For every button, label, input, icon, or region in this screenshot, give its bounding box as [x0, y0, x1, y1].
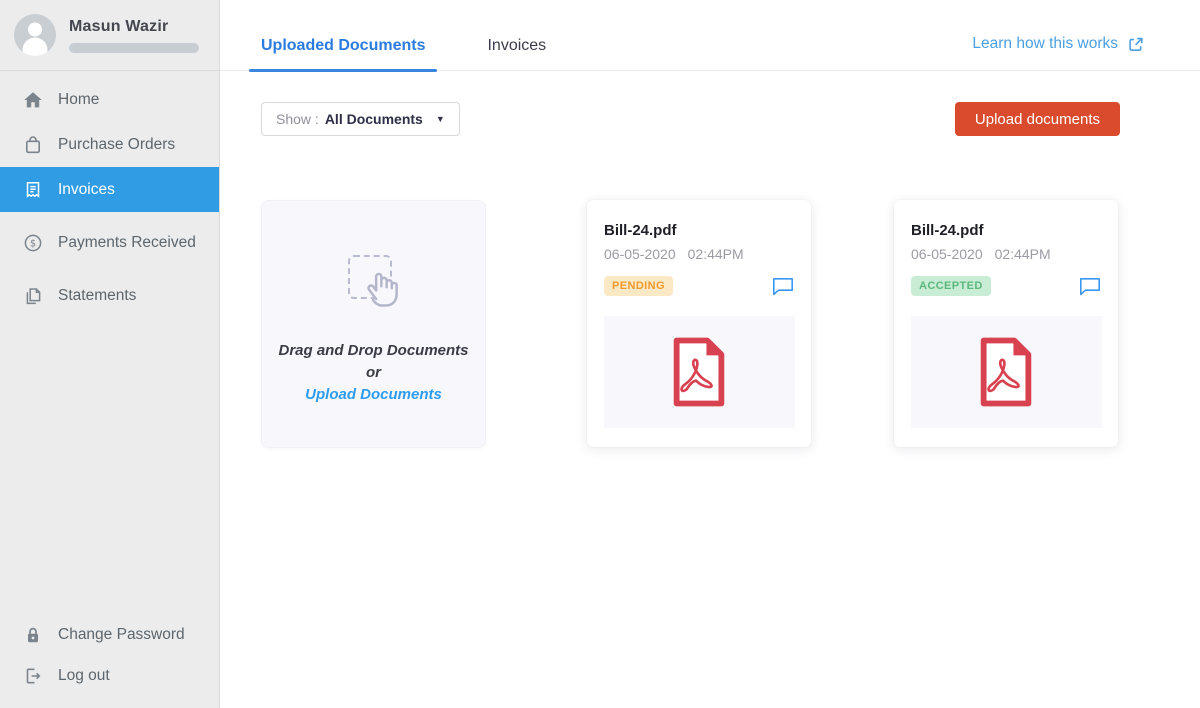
document-time: 02:44PM — [995, 246, 1051, 262]
sidebar-item-label: Home — [58, 91, 99, 109]
logout-icon — [22, 665, 43, 686]
sidebar-item-label: Change Password — [58, 626, 185, 644]
document-datetime: 06-05-2020 02:44PM — [911, 246, 1101, 262]
sidebar-footer: Change Password Log out — [0, 614, 219, 696]
sidebar-item-purchase-orders[interactable]: Purchase Orders — [0, 122, 219, 167]
document-name: Bill-24.pdf — [911, 222, 1101, 239]
document-grid: Drag and Drop Documents or Upload Docume… — [261, 200, 1200, 448]
sidebar-item-label: Log out — [58, 667, 110, 685]
user-profile: Masun Wazir — [0, 0, 219, 71]
comment-icon[interactable] — [772, 277, 794, 296]
svg-text:$: $ — [29, 238, 35, 249]
main-panel: Uploaded Documents Invoices Learn how th… — [220, 0, 1200, 708]
home-icon — [22, 89, 43, 110]
document-date: 06-05-2020 — [911, 246, 983, 262]
status-badge: ACCEPTED — [911, 276, 991, 296]
avatar — [14, 14, 56, 56]
sidebar-item-invoices[interactable]: Invoices — [0, 167, 219, 212]
sidebar-item-change-password[interactable]: Change Password — [0, 614, 219, 655]
drag-drop-hand-icon — [338, 253, 410, 325]
document-card[interactable]: Bill-24.pdf 06-05-2020 02:44PM PENDING — [587, 200, 811, 447]
sidebar-nav: Home Purchase Orders Invoices — [0, 71, 219, 318]
user-info: Masun Wazir — [69, 18, 199, 53]
external-link-icon — [1127, 36, 1144, 53]
lock-icon — [22, 624, 43, 645]
sidebar-item-home[interactable]: Home — [0, 77, 219, 122]
drop-zone-text: Drag and Drop Documents or Upload Docume… — [278, 340, 468, 405]
upload-documents-link[interactable]: Upload Documents — [278, 384, 468, 406]
sidebar-item-statements[interactable]: Statements — [0, 273, 219, 318]
upload-documents-button[interactable]: Upload documents — [955, 102, 1120, 136]
comment-icon[interactable] — [1079, 277, 1101, 296]
chevron-down-icon: ▼ — [436, 114, 445, 124]
tab-invoices[interactable]: Invoices — [475, 37, 558, 71]
document-date: 06-05-2020 — [604, 246, 676, 262]
sidebar-item-payments-received[interactable]: $ Payments Received — [0, 220, 219, 265]
person-icon — [14, 14, 56, 56]
dollar-circle-icon: $ — [22, 232, 43, 253]
tab-bar: Uploaded Documents Invoices — [249, 0, 558, 71]
pdf-icon — [670, 336, 728, 408]
sidebar-item-label: Statements — [58, 287, 136, 305]
drag-drop-zone[interactable]: Drag and Drop Documents or Upload Docume… — [261, 200, 486, 448]
sidebar-item-label: Invoices — [58, 181, 115, 199]
sidebar: Masun Wazir Home Purchase Orders — [0, 0, 220, 708]
show-filter-dropdown[interactable]: Show : All Documents ▼ — [261, 102, 460, 136]
tab-uploaded-documents[interactable]: Uploaded Documents — [249, 37, 437, 71]
sidebar-item-label: Purchase Orders — [58, 136, 175, 154]
filter-label: Show : — [276, 111, 319, 127]
user-name: Masun Wazir — [69, 18, 199, 36]
toolbar: Show : All Documents ▼ Upload documents — [261, 102, 1120, 136]
drop-zone-line1: Drag and Drop Documents — [278, 340, 468, 362]
learn-how-link-label: Learn how this works — [972, 35, 1118, 53]
document-card[interactable]: Bill-24.pdf 06-05-2020 02:44PM ACCEPTED — [894, 200, 1118, 447]
drop-zone-or: or — [278, 362, 468, 384]
user-subtitle-placeholder — [69, 43, 199, 53]
pdf-icon — [977, 336, 1035, 408]
document-time: 02:44PM — [688, 246, 744, 262]
document-thumbnail — [604, 316, 795, 428]
status-badge: PENDING — [604, 276, 673, 296]
document-datetime: 06-05-2020 02:44PM — [604, 246, 794, 262]
sidebar-item-log-out[interactable]: Log out — [0, 655, 219, 696]
invoice-icon — [22, 179, 43, 200]
shopping-bag-icon — [22, 134, 43, 155]
document-thumbnail — [911, 316, 1102, 428]
learn-how-link[interactable]: Learn how this works — [972, 35, 1144, 53]
document-name: Bill-24.pdf — [604, 222, 794, 239]
sidebar-item-label: Payments Received — [58, 234, 196, 252]
filter-value: All Documents — [325, 111, 423, 127]
header: Uploaded Documents Invoices Learn how th… — [220, 0, 1200, 71]
statements-icon — [22, 285, 43, 306]
